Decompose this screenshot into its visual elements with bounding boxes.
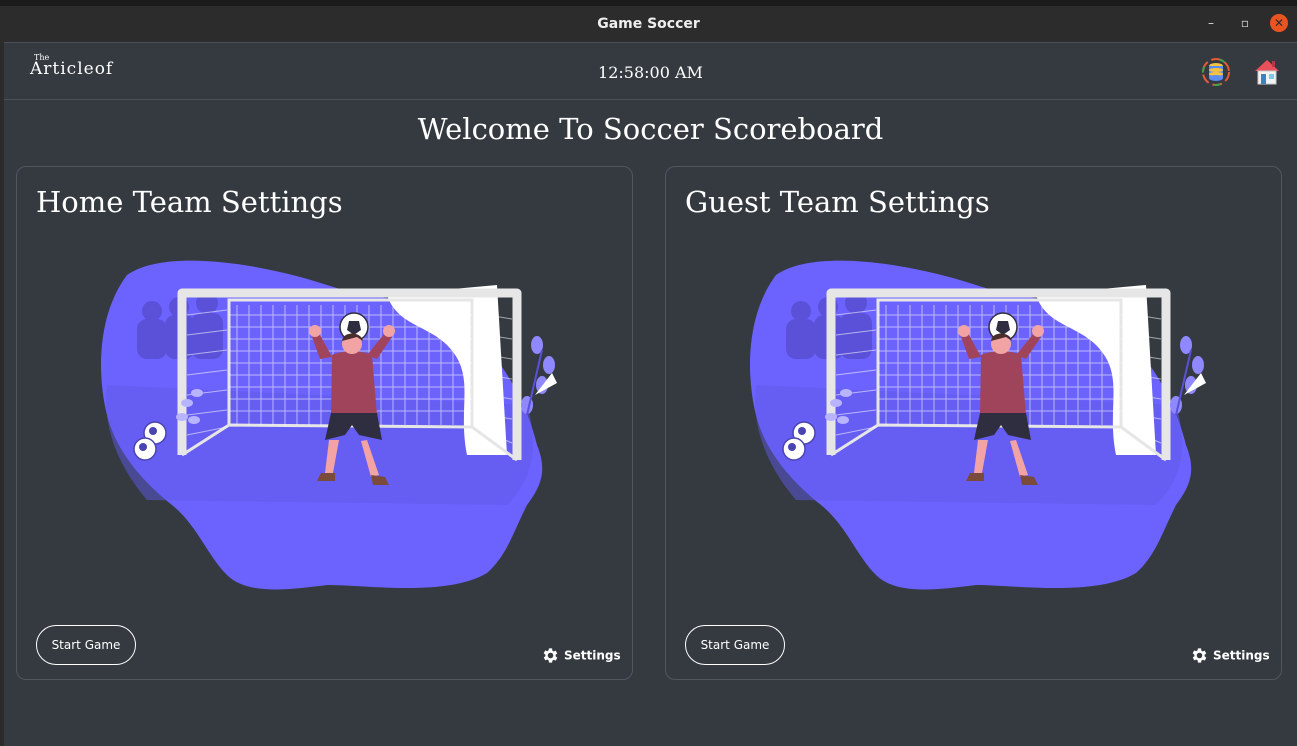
window-title: Game Soccer bbox=[597, 16, 700, 32]
window-titlebar: Game Soccer – ▫ ✕ bbox=[0, 0, 1297, 42]
home-icon[interactable] bbox=[1252, 57, 1282, 87]
guest-team-card: Guest Team Settings Start Game Settings bbox=[665, 166, 1282, 680]
top-navbar: The Articleof 12:58:00 AM bbox=[4, 42, 1297, 100]
gear-icon bbox=[543, 648, 558, 663]
home-team-title: Home Team Settings bbox=[36, 185, 343, 219]
guest-settings-label: Settings bbox=[1213, 648, 1270, 663]
minimize-icon[interactable]: – bbox=[1202, 14, 1220, 32]
guest-settings-button[interactable]: Settings bbox=[1190, 646, 1270, 666]
goalkeeper-illustration bbox=[87, 255, 567, 591]
welcome-heading: Welcome To Soccer Scoreboard bbox=[417, 112, 884, 146]
guest-team-title: Guest Team Settings bbox=[685, 185, 990, 219]
home-settings-button[interactable]: Settings bbox=[541, 646, 621, 666]
app-content: The Articleof 12:58:00 AM Welcome To Soc… bbox=[4, 42, 1297, 746]
home-team-card: Home Team Settings Start Game Settings bbox=[16, 166, 633, 680]
clock: 12:58:00 AM bbox=[598, 63, 703, 82]
close-icon[interactable]: ✕ bbox=[1270, 14, 1288, 32]
gear-icon bbox=[1192, 648, 1207, 663]
home-start-game-button[interactable]: Start Game bbox=[36, 625, 136, 665]
guest-start-game-button[interactable]: Start Game bbox=[685, 625, 785, 665]
goalkeeper-illustration bbox=[736, 255, 1216, 591]
maximize-icon[interactable]: ▫ bbox=[1236, 14, 1254, 32]
database-icon[interactable] bbox=[1201, 57, 1231, 87]
home-settings-label: Settings bbox=[564, 648, 621, 663]
